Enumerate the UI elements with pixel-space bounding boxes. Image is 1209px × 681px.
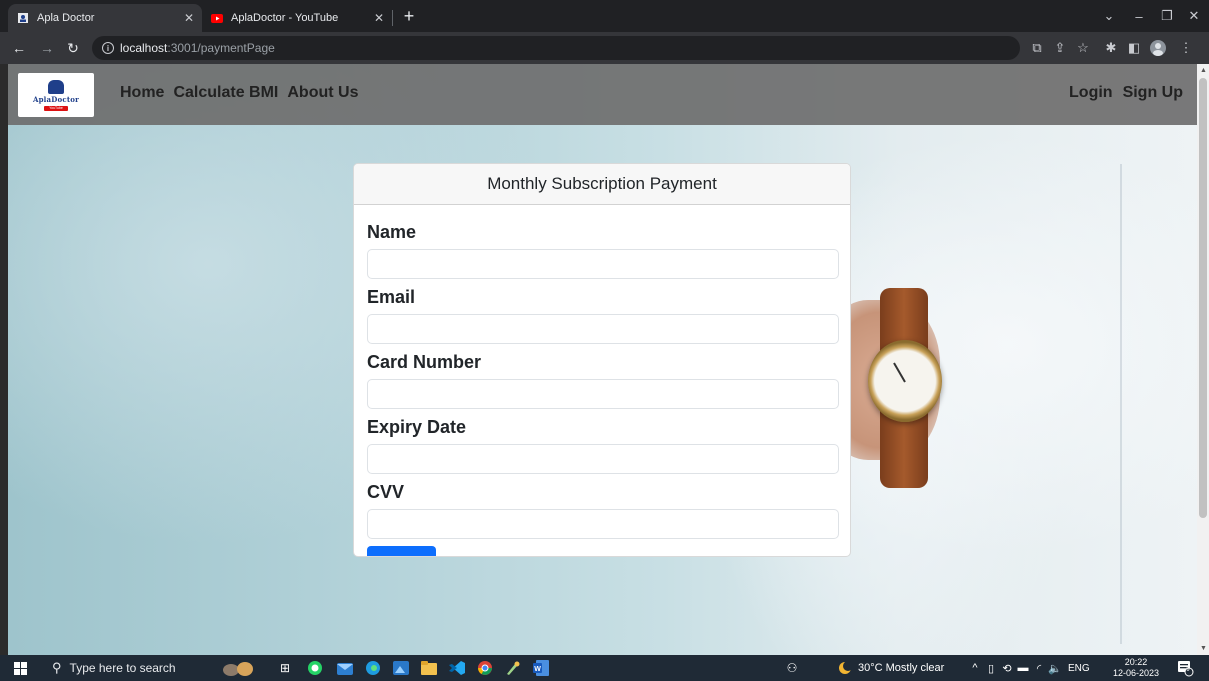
tab-search-chevron-icon[interactable]: ⌄ [1097,4,1121,28]
signup-link[interactable]: Sign Up [1123,84,1183,102]
search-placeholder: Type here to search [69,661,176,675]
card-number-label: Card Number [367,352,482,372]
word-icon[interactable]: W [530,659,552,677]
back-arrow-icon[interactable]: ← [8,37,30,59]
youtube-favicon-icon [210,11,224,25]
windows-start-icon[interactable] [12,659,28,677]
minimize-icon[interactable]: – [1127,4,1151,28]
menu-kebab-icon[interactable]: ⋮ [1176,38,1196,58]
tab-title: Apla Doctor [37,12,95,24]
taskbar-search[interactable]: ⚲ Type here to search [38,655,188,681]
clock-date: 12-06-2023 [1112,668,1160,678]
network-icon[interactable]: ▬ [1016,659,1030,677]
side-panel-icon[interactable]: ◧ [1124,38,1144,58]
site-info-icon[interactable]: i [102,42,114,54]
tab-apladoctor-youtube[interactable]: AplaDoctor - YouTube ✕ [202,4,392,32]
profile-avatar-icon[interactable] [1148,38,1168,58]
vscode-icon[interactable] [446,659,468,677]
new-tab-plus-icon[interactable]: + [398,5,420,27]
email-input[interactable] [367,314,839,344]
people-icon[interactable]: ⚇ [784,659,800,677]
notification-count: 9 [1186,667,1190,673]
url-path: :3001/paymentPage [167,41,275,55]
bookmark-star-icon[interactable]: ☆ [1073,38,1093,58]
close-window-icon[interactable]: ✕ [1182,4,1206,28]
battery-icon[interactable]: ▯ [984,659,998,677]
search-icon: ⚲ [52,660,62,675]
language-indicator[interactable]: ENG [1068,655,1090,681]
payment-form: Name Email Card Number Expiry Date CVV P… [354,205,850,556]
notification-icon[interactable]: 9 [1174,659,1196,677]
pay-now-button[interactable]: Pay Now [367,546,436,556]
extensions-puzzle-icon[interactable]: ✱ [1101,38,1121,58]
watch-icon [868,340,942,422]
paint-app-icon[interactable] [502,659,524,677]
scroll-down-arrow-icon[interactable]: ▼ [1200,645,1207,652]
sync-icon[interactable]: ⟲ [1000,659,1014,677]
chrome-icon[interactable] [474,659,496,677]
logo-youtube-badge: YouTube [44,105,68,111]
tab-divider [392,10,393,26]
install-app-icon[interactable]: ⧉ [1027,38,1047,58]
browser-tab-strip: Apla Doctor ✕ AplaDoctor - YouTube ✕ + ⌄… [0,0,1209,32]
card-number-input[interactable] [367,379,839,409]
pets-widget-icon[interactable] [220,659,256,677]
file-explorer-icon[interactable] [418,659,440,677]
edge-browser-icon[interactable] [362,659,384,677]
app-navbar: AplaDoctor YouTube Home Calculate BMI Ab… [8,64,1197,125]
browser-toolbar: ← → ↻ i localhost:3001/paymentPage ⧉ ⇪ ☆… [0,32,1209,64]
scrollbar-thumb[interactable] [1199,78,1207,518]
auth-links: Login Sign Up [1069,84,1183,102]
tab-close-icon[interactable]: ✕ [184,11,194,25]
logo-text: AplaDoctor [32,94,80,104]
wifi-icon[interactable]: ◜ [1032,659,1046,677]
card-title: Monthly Subscription Payment [354,164,850,205]
tray-expand-icon[interactable]: ^ [968,659,982,677]
payment-card: Monthly Subscription Payment Name Email … [353,163,851,557]
forward-arrow-icon[interactable]: → [36,37,58,59]
nav-links: Home Calculate BMI About Us [120,84,358,102]
task-view-icon[interactable]: ⊞ [276,659,294,677]
nav-link-calculate-bmi[interactable]: Calculate BMI [173,84,278,102]
doctor-logo-icon [48,79,64,94]
tab-apla-doctor[interactable]: Apla Doctor ✕ [8,4,202,32]
expiry-date-label: Expiry Date [367,417,467,437]
restore-icon[interactable]: ❐ [1155,4,1179,28]
mail-icon[interactable] [334,659,356,677]
whatsapp-icon[interactable] [304,659,326,677]
taskbar-clock[interactable]: 20:22 12-06-2023 [1108,657,1164,679]
tab-close-icon[interactable]: ✕ [374,11,384,25]
login-link[interactable]: Login [1069,84,1113,102]
svg-text:W: W [534,666,541,673]
weather-text[interactable]: 30°C Mostly clear [858,655,944,681]
windows-taskbar: ⚲ Type here to search ⊞ W ⚇ 30°C Mostly … [0,655,1209,681]
nav-link-home[interactable]: Home [120,84,164,102]
share-icon[interactable]: ⇪ [1050,38,1070,58]
scroll-up-arrow-icon[interactable]: ▲ [1200,67,1207,74]
email-label: Email [367,287,416,307]
reload-icon[interactable]: ↻ [62,37,84,59]
name-input[interactable] [367,249,839,279]
page-scrollbar[interactable]: ▲ ▼ [1197,64,1209,655]
clock-time: 20:22 [1124,657,1148,667]
tab-title: AplaDoctor - YouTube [231,12,339,24]
doctor-favicon-icon [16,11,30,25]
url-host: localhost [120,41,168,55]
cvv-label: CVV [367,482,405,502]
photos-icon[interactable] [390,659,412,677]
coat-decoration [1120,164,1122,644]
weather-moon-icon[interactable] [836,659,854,677]
expiry-date-input[interactable] [367,444,839,474]
nav-link-about-us[interactable]: About Us [287,84,358,102]
address-bar[interactable]: i localhost:3001/paymentPage [92,36,1020,60]
cvv-input[interactable] [367,509,839,539]
apla-doctor-logo[interactable]: AplaDoctor YouTube [18,73,94,117]
name-label: Name [367,222,417,242]
volume-icon[interactable]: 🔈 [1048,659,1062,677]
